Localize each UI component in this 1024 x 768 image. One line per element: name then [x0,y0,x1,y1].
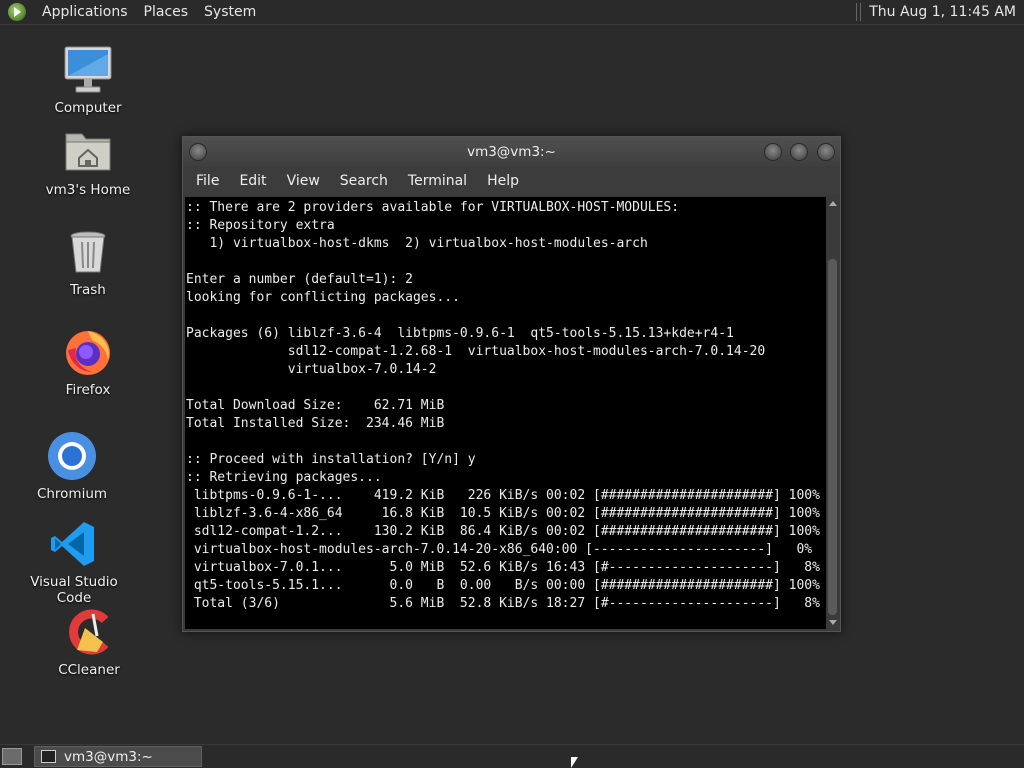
desktop-icon-label: Computer [54,100,122,116]
clock[interactable]: Thu Aug 1, 11:45 AM [869,4,1024,20]
terminal-scrollbar[interactable] [826,197,839,629]
terminal-line: sdl12-compat-1.2.68-1 virtualbox-host-mo… [186,344,766,359]
minimize-button[interactable] [764,143,782,161]
applications-menu[interactable]: Applications [34,4,136,20]
terminal-line: Total Installed Size: 234.46 MiB [186,416,445,431]
desktop-icon-vscode[interactable]: Visual Studio Code [14,518,134,606]
menu-help[interactable]: Help [477,173,529,189]
window-titlebar[interactable]: vm3@vm3:~ [183,137,840,167]
terminal-line: :: Retrieving packages... [186,470,382,485]
terminal-line: liblzf-3.6-4-x86_64 16.8 KiB 10.5 KiB/s … [186,506,820,521]
menu-search[interactable]: Search [330,173,398,189]
main-menu-icon[interactable] [8,3,26,21]
home-folder-icon [62,126,114,178]
terminal-line: sdl12-compat-1.2... 130.2 KiB 86.4 KiB/s… [186,524,820,539]
terminal-output[interactable]: :: There are 2 providers available for V… [185,197,826,629]
terminal-line: virtualbox-7.0.14-2 [186,362,437,377]
terminal-icon [41,750,56,763]
terminal-menubar: File Edit View Search Terminal Help [183,167,840,195]
firefox-icon [62,326,114,378]
terminal-line: 1) virtualbox-host-dkms 2) virtualbox-ho… [186,236,648,251]
desktop-icon-firefox[interactable]: Firefox [28,326,148,398]
ccleaner-icon [63,606,115,658]
desktop-icon-label: Visual Studio Code [30,574,118,606]
maximize-button[interactable] [790,143,808,161]
terminal-line: Total (3/6) 5.6 MiB 52.8 KiB/s 18:27 [#-… [186,596,820,611]
terminal-line: Enter a number (default=1): 2 [186,272,413,287]
desktop-icon-label: Chromium [36,486,108,502]
menu-terminal[interactable]: Terminal [398,173,477,189]
mouse-cursor-icon [571,757,578,768]
desktop-icon-chromium[interactable]: Chromium [12,430,132,502]
close-button[interactable] [817,143,835,161]
system-menu[interactable]: System [196,4,264,20]
desktop-icon-ccleaner[interactable]: CCleaner [29,606,149,678]
terminal-line: :: Repository extra [186,218,335,233]
menu-view[interactable]: View [277,173,330,189]
menu-file[interactable]: File [186,173,229,189]
places-menu[interactable]: Places [136,4,197,20]
desktop-icon-trash[interactable]: Trash [28,226,148,298]
vscode-icon [48,518,100,570]
terminal-line: :: Proceed with installation? [Y/n] y [186,452,476,467]
terminal-text: :: There are 2 providers available for V… [185,197,826,613]
chromium-icon [46,430,98,482]
scrollbar-thumb[interactable] [828,259,837,615]
window-title: vm3@vm3:~ [467,144,556,160]
terminal-line: Packages (6) liblzf-3.6-4 libtpms-0.9.6-… [186,326,734,341]
terminal-line: virtualbox-7.0.1... 5.0 MiB 52.6 KiB/s 1… [186,560,820,575]
menu-edit[interactable]: Edit [229,173,276,189]
taskbar-item-terminal[interactable]: vm3@vm3:~ [34,746,202,767]
terminal-line: libtpms-0.9.6-1-... 419.2 KiB 226 KiB/s … [186,488,820,503]
bottom-panel: vm3@vm3:~ [0,744,1024,768]
terminal-line: looking for conflicting packages... [186,290,460,305]
desktop-icon-label: Firefox [65,382,111,398]
desktop-icon-label: Trash [70,282,106,298]
show-desktop-icon[interactable] [2,748,22,765]
window-menu-button[interactable] [189,143,207,161]
top-panel: Applications Places System Thu Aug 1, 11… [0,0,1024,25]
scroll-up-arrow-icon[interactable] [829,201,837,206]
trash-icon [62,226,114,278]
scroll-down-arrow-icon[interactable] [829,620,837,625]
desktop-icon-label: vm3's Home [45,182,131,198]
terminal-line: virtualbox-host-modules-arch-7.0.14-20-x… [186,542,813,557]
terminal-line: Total Download Size: 62.71 MiB [186,398,445,413]
terminal-line: qt5-tools-5.15.1... 0.0 B 0.00 B/s 00:00… [186,578,820,593]
computer-icon [62,44,114,96]
panel-separator [856,3,862,21]
desktop-icon-computer[interactable]: Computer [28,44,148,116]
desktop-icon-home[interactable]: vm3's Home [28,126,148,198]
taskbar-item-label: vm3@vm3:~ [64,748,153,765]
terminal-line: :: There are 2 providers available for V… [186,200,680,215]
terminal-window: vm3@vm3:~ File Edit View Search Terminal… [182,136,841,632]
desktop-icon-label: CCleaner [58,662,120,678]
